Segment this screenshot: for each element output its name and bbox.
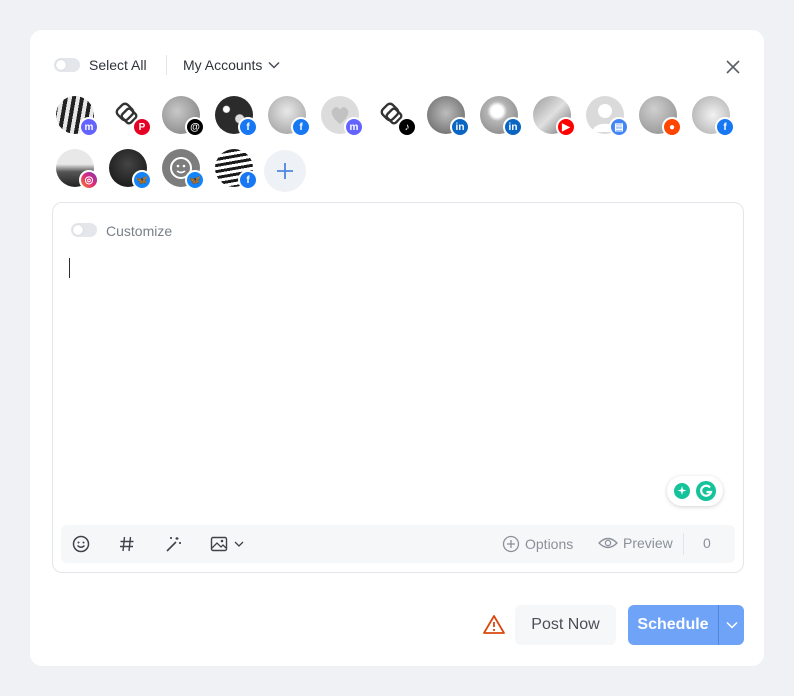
chevron-down-icon	[725, 621, 738, 629]
select-all-label[interactable]: Select All	[89, 57, 147, 73]
account-avatar-instagram[interactable]: ◎	[56, 149, 99, 190]
account-avatar-facebook[interactable]: f	[215, 149, 258, 190]
chevron-down-icon	[234, 541, 244, 547]
emoji-icon[interactable]	[71, 534, 91, 554]
options-button[interactable]: Options	[502, 535, 573, 553]
instagram-icon: ◎	[79, 170, 99, 190]
media-dropdown[interactable]	[209, 534, 244, 554]
preview-button[interactable]: Preview	[598, 535, 673, 551]
account-avatar-facebook[interactable]: f	[692, 96, 735, 137]
bluesky-icon: 🦋	[132, 170, 152, 190]
facebook-icon: f	[291, 117, 311, 137]
close-icon[interactable]	[723, 57, 743, 77]
preview-label: Preview	[623, 535, 673, 551]
bluesky-icon: 🦋	[185, 170, 205, 190]
facebook-icon: f	[238, 117, 258, 137]
my-accounts-label: My Accounts	[183, 57, 263, 73]
account-avatar-youtube[interactable]: ▶	[533, 96, 576, 137]
image-icon	[210, 536, 228, 552]
mastodon-icon: m	[79, 117, 99, 137]
youtube-icon: ▶	[556, 117, 576, 137]
plus-icon	[277, 163, 293, 179]
google-business-icon: ▤	[609, 117, 629, 137]
account-avatar-reddit[interactable]: ●	[639, 96, 682, 137]
composer-toolbar: Options Preview 0	[61, 525, 735, 563]
account-avatar-mastodon[interactable]: m	[321, 96, 364, 137]
text-cursor	[69, 258, 70, 278]
plus-circle-icon	[502, 535, 520, 553]
options-label: Options	[525, 536, 574, 552]
reddit-icon: ●	[662, 117, 682, 137]
header-divider	[166, 55, 167, 75]
linkedin-icon: in	[503, 117, 523, 137]
account-avatar-linkedin[interactable]: in	[480, 96, 523, 137]
linkedin-icon: in	[450, 117, 470, 137]
toolbar-divider	[683, 533, 684, 555]
mastodon-icon: m	[344, 117, 364, 137]
account-avatar-mastodon[interactable]: m	[56, 96, 99, 137]
schedule-button[interactable]: Schedule	[628, 605, 718, 645]
grammarly-icon	[696, 481, 716, 501]
schedule-options-button[interactable]	[719, 605, 744, 645]
lightbulb-icon	[674, 483, 690, 499]
grammarly-widget[interactable]	[667, 476, 723, 506]
tiktok-icon: ♪	[397, 117, 417, 137]
account-avatar-threads[interactable]: @	[162, 96, 205, 137]
character-count: 0	[703, 535, 711, 551]
account-avatar-bluesky[interactable]: 🦋	[109, 149, 152, 190]
account-avatar-pinterest[interactable]: P	[109, 96, 152, 137]
customize-toggle[interactable]	[71, 223, 97, 237]
customize-label[interactable]: Customize	[106, 223, 172, 239]
facebook-icon: f	[715, 117, 735, 137]
pinterest-icon: P	[132, 117, 152, 137]
eye-icon	[598, 537, 618, 549]
account-avatar-google-business[interactable]: ▤	[586, 96, 629, 137]
post-now-button[interactable]: Post Now	[515, 605, 616, 645]
account-avatar-facebook[interactable]: f	[268, 96, 311, 137]
hashtag-icon[interactable]	[117, 534, 137, 554]
magic-wand-icon[interactable]	[163, 534, 183, 554]
add-account-button[interactable]	[264, 150, 306, 192]
account-avatar-bluesky[interactable]: 🦋	[162, 149, 205, 190]
schedule-button-group: Schedule	[628, 605, 744, 645]
my-accounts-dropdown[interactable]: My Accounts	[183, 57, 280, 73]
post-composer: Customize Options Preview 0	[52, 202, 744, 573]
post-text-area[interactable]	[65, 251, 665, 461]
warning-icon[interactable]	[482, 613, 506, 637]
facebook-icon: f	[238, 170, 258, 190]
select-all-toggle[interactable]	[54, 58, 80, 72]
account-avatar-facebook[interactable]: f	[215, 96, 258, 137]
account-avatar-linkedin[interactable]: in	[427, 96, 470, 137]
chevron-down-icon	[268, 61, 280, 69]
account-avatar-tiktok[interactable]: ♪	[374, 96, 417, 137]
threads-icon: @	[185, 117, 205, 137]
